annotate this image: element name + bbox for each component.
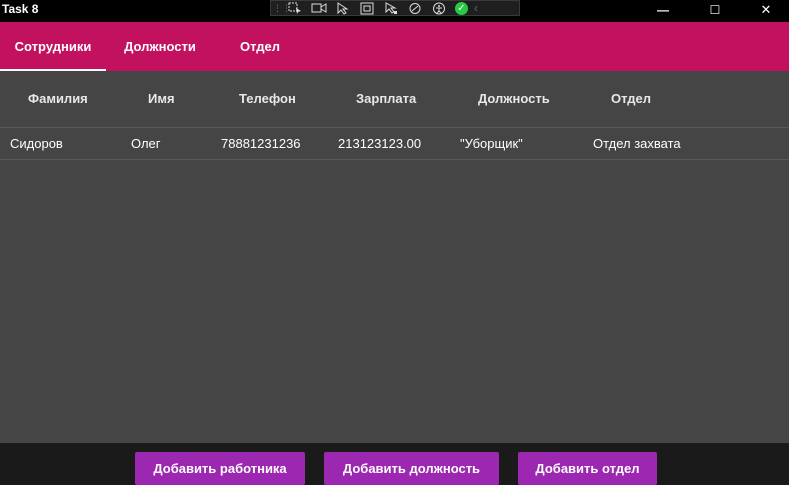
maximize-button[interactable]: ☐ bbox=[692, 0, 738, 19]
column-header-phone[interactable]: Телефон bbox=[239, 91, 296, 106]
cell-phone: 78881231236 bbox=[221, 136, 301, 151]
add-position-button[interactable]: Добавить должность bbox=[324, 452, 499, 485]
column-header-salary[interactable]: Зарплата bbox=[356, 91, 416, 106]
check-icon[interactable]: ✓ bbox=[455, 1, 468, 15]
action-bar: Добавить работника Добавить должность До… bbox=[0, 443, 789, 485]
tab-employees[interactable]: Сотрудники bbox=[0, 22, 106, 71]
cell-name: Олег bbox=[131, 136, 161, 151]
layout-bounds-icon[interactable] bbox=[355, 1, 379, 15]
tab-departments-label: Отдел bbox=[239, 39, 281, 54]
tab-departments[interactable]: Отдел bbox=[214, 22, 306, 71]
cell-position: "Уборщик" bbox=[460, 136, 523, 151]
pointer-icon[interactable] bbox=[331, 1, 355, 15]
column-header-name[interactable]: Имя bbox=[148, 91, 175, 106]
row-divider bbox=[0, 159, 789, 160]
collapse-chevron-icon[interactable]: ‹ bbox=[474, 1, 478, 15]
tab-bar: Сотрудники Должности Отдел bbox=[0, 22, 789, 71]
window-title: Task 8 bbox=[2, 2, 39, 16]
cell-salary: 213123123.00 bbox=[338, 136, 422, 151]
hot-reload-icon[interactable] bbox=[379, 1, 403, 15]
select-element-icon[interactable] bbox=[283, 1, 307, 15]
cell-surname: Сидоров bbox=[10, 136, 63, 151]
close-icon: ✕ bbox=[760, 1, 772, 17]
accessibility-person-icon[interactable] bbox=[427, 1, 451, 15]
minimize-icon: — bbox=[657, 2, 669, 17]
employees-grid: Фамилия Имя Телефон Зарплата Должность О… bbox=[0, 71, 789, 443]
add-employee-button[interactable]: Добавить работника bbox=[135, 452, 305, 485]
column-header-surname[interactable]: Фамилия bbox=[28, 91, 88, 106]
header-divider bbox=[0, 127, 789, 128]
column-header-department[interactable]: Отдел bbox=[611, 91, 651, 106]
minimize-button[interactable]: — bbox=[640, 0, 686, 19]
tab-positions-label: Должности bbox=[124, 39, 196, 54]
tab-employees-label: Сотрудники bbox=[14, 39, 92, 54]
column-header-position[interactable]: Должность bbox=[478, 91, 550, 106]
debug-toolbar: ⋮⋮ ✓ ‹ bbox=[270, 0, 520, 16]
cell-department: Отдел захвата bbox=[593, 136, 681, 151]
video-icon[interactable] bbox=[307, 1, 331, 15]
accessibility-icon[interactable] bbox=[403, 1, 427, 15]
tab-positions[interactable]: Должности bbox=[106, 22, 214, 71]
add-department-button[interactable]: Добавить отдел bbox=[518, 452, 657, 485]
window-titlebar: Task 8 ⋮⋮ ✓ ‹ — ☐ ✕ bbox=[0, 0, 789, 19]
maximize-icon: ☐ bbox=[709, 2, 721, 17]
close-button[interactable]: ✕ bbox=[743, 0, 789, 19]
toolbar-grip-icon[interactable]: ⋮⋮ bbox=[273, 1, 291, 15]
